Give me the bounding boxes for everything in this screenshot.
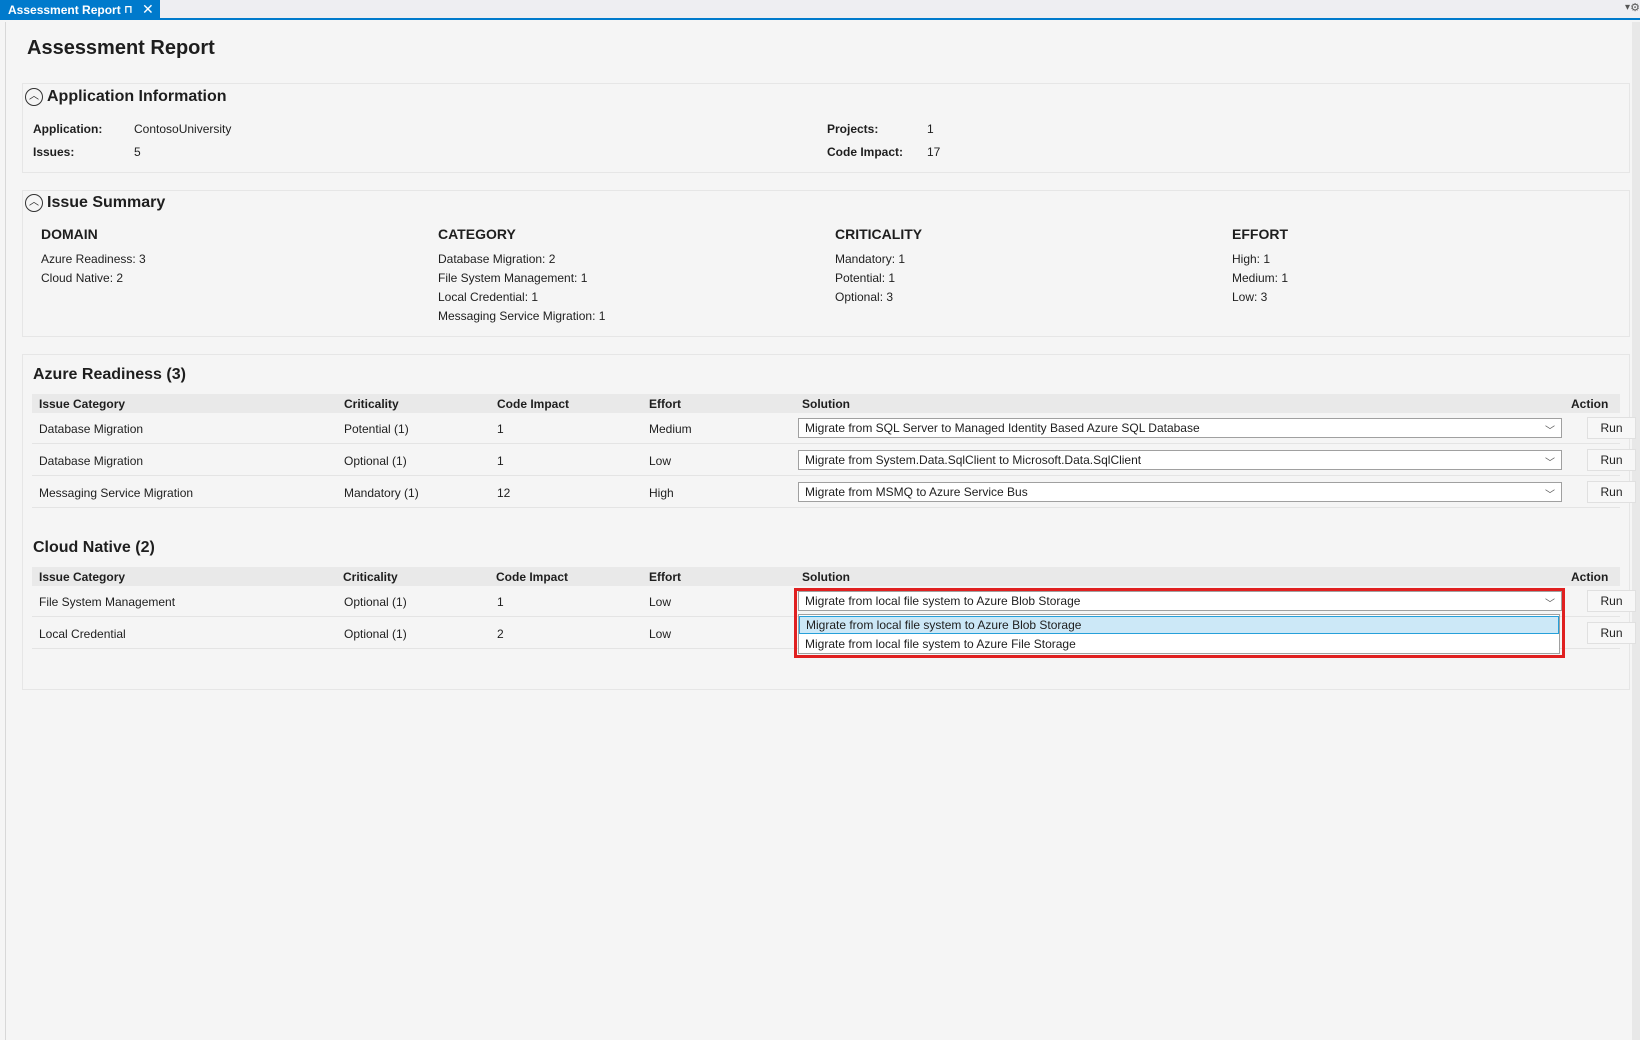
criticality: Optional (1) [344, 627, 407, 641]
summary-domain-line: Azure Readiness: 3 [41, 252, 146, 266]
settings-icon[interactable]: ⚙ [1630, 1, 1640, 14]
summary-category-heading: CATEGORY [438, 226, 516, 242]
effort: Low [649, 627, 672, 641]
effort: High [649, 486, 674, 500]
summary-criticality-line: Mandatory: 1 [835, 252, 906, 266]
col-action: Action [1571, 397, 1609, 411]
code-impact-value: 17 [927, 145, 941, 159]
solution-combobox-open[interactable]: Migrate from local file system to Azure … [798, 591, 1562, 611]
solution-combobox[interactable]: Migrate from SQL Server to Managed Ident… [798, 418, 1562, 438]
left-border [5, 22, 6, 1040]
table-row: File System Management Optional (1) 1 Lo… [32, 586, 1636, 617]
issues-label: Issues: [33, 145, 75, 159]
application-value: ContosoUniversity [134, 122, 232, 136]
tab-title: Assessment Report [8, 3, 121, 17]
azure-grid-header: Issue Category Criticality Code Impact E… [32, 394, 1620, 413]
effort: Low [649, 454, 672, 468]
run-button[interactable]: Run [1587, 417, 1636, 439]
collapse-chevron-up-icon[interactable]: ︿ [25, 194, 43, 212]
col-code-impact: Code Impact [497, 397, 570, 411]
col-issue-category: Issue Category [39, 397, 126, 411]
summary-effort-heading: EFFORT [1232, 226, 1288, 242]
issue-category: Messaging Service Migration [39, 486, 194, 500]
summary-domain-line: Cloud Native: 2 [41, 271, 124, 285]
criticality: Potential (1) [344, 422, 409, 436]
application-label: Application: [33, 122, 103, 136]
run-button[interactable]: Run [1587, 481, 1636, 503]
cloud-native-title: Cloud Native (2) [33, 539, 155, 556]
chevron-down-icon[interactable]: ﹀ [1545, 595, 1555, 610]
dropdown-option-selected[interactable]: Migrate from local file system to Azure … [799, 616, 1559, 634]
code-impact: 1 [497, 595, 504, 609]
summary-category-line: Database Migration: 2 [438, 252, 556, 266]
run-button[interactable]: Run [1587, 590, 1636, 612]
application-information-title: Application Information [47, 88, 227, 105]
page-title: Assessment Report [27, 37, 215, 59]
summary-criticality-line: Potential: 1 [835, 271, 896, 285]
solution-selected: Migrate from SQL Server to Managed Ident… [805, 421, 1200, 435]
summary-criticality-line: Optional: 3 [835, 290, 894, 304]
run-button[interactable]: Run [1587, 449, 1636, 471]
issue-summary-title: Issue Summary [47, 194, 166, 211]
col-effort: Effort [649, 570, 681, 584]
issue-summary-panel: ︿ Issue Summary DOMAIN Azure Readiness: … [22, 190, 1630, 337]
summary-effort-line: High: 1 [1232, 252, 1271, 266]
table-row: Messaging Service Migration Mandatory (1… [32, 477, 1636, 508]
azure-readiness-title: Azure Readiness (3) [33, 366, 186, 383]
col-solution: Solution [802, 397, 850, 411]
document-tab-strip: Assessment Report ⊓ ✕ ▾ ⚙ [0, 0, 1640, 20]
criticality: Optional (1) [344, 454, 407, 468]
collapse-chevron-up-icon[interactable]: ︿ [25, 88, 43, 106]
col-effort: Effort [649, 397, 681, 411]
issue-category: Database Migration [39, 422, 144, 436]
chevron-down-icon[interactable]: ﹀ [1545, 454, 1555, 469]
criticality: Mandatory (1) [344, 486, 419, 500]
vertical-scrollbar[interactable] [1632, 22, 1640, 1040]
solution-combobox[interactable]: Migrate from System.Data.SqlClient to Mi… [798, 450, 1562, 470]
summary-category-line: File System Management: 1 [438, 271, 588, 285]
table-row: Database Migration Potential (1) 1 Mediu… [32, 413, 1636, 444]
col-criticality: Criticality [344, 397, 399, 411]
pin-icon[interactable]: ⊓ [124, 3, 133, 16]
table-row: Database Migration Optional (1) 1 Low Mi… [32, 445, 1636, 476]
code-impact: 2 [497, 627, 504, 641]
close-icon[interactable]: ✕ [142, 1, 154, 18]
tab-assessment-report[interactable]: Assessment Report ⊓ ✕ [0, 0, 160, 20]
issue-category: File System Management [39, 595, 176, 609]
solution-selected: Migrate from MSMQ to Azure Service Bus [805, 485, 1028, 499]
effort: Medium [649, 422, 692, 436]
col-code-impact: Code Impact [496, 570, 569, 584]
summary-effort-line: Medium: 1 [1232, 271, 1289, 285]
solution-dropdown-list: Migrate from local file system to Azure … [798, 614, 1560, 654]
application-information-panel: ︿ Application Information Application: C… [22, 83, 1630, 173]
solution-combobox[interactable]: Migrate from MSMQ to Azure Service Bus ﹀ [798, 482, 1562, 502]
projects-label: Projects: [827, 122, 879, 136]
issue-category: Local Credential [39, 627, 126, 641]
code-impact-label: Code Impact: [827, 145, 904, 159]
issues-value: 5 [134, 145, 141, 159]
summary-criticality-heading: CRITICALITY [835, 226, 923, 242]
summary-category-line: Messaging Service Migration: 1 [438, 309, 606, 323]
cloud-grid-header: Issue Category Criticality Code Impact E… [32, 567, 1620, 586]
chevron-down-icon[interactable]: ﹀ [1545, 486, 1555, 501]
projects-value: 1 [927, 122, 934, 136]
col-action: Action [1571, 570, 1609, 584]
criticality: Optional (1) [344, 595, 407, 609]
chevron-down-icon[interactable]: ﹀ [1545, 422, 1555, 437]
code-impact: 1 [497, 454, 504, 468]
summary-effort-line: Low: 3 [1232, 290, 1268, 304]
col-criticality: Criticality [343, 570, 398, 584]
summary-domain-heading: DOMAIN [41, 226, 98, 242]
col-solution: Solution [802, 570, 850, 584]
effort: Low [649, 595, 672, 609]
code-impact: 1 [497, 422, 504, 436]
solution-selected: Migrate from local file system to Azure … [805, 594, 1081, 608]
dropdown-option[interactable]: Migrate from local file system to Azure … [799, 635, 1559, 653]
solution-selected: Migrate from System.Data.SqlClient to Mi… [805, 453, 1142, 467]
run-button[interactable]: Run [1587, 622, 1636, 644]
col-issue-category: Issue Category [39, 570, 126, 584]
issue-category: Database Migration [39, 454, 144, 468]
summary-category-line: Local Credential: 1 [438, 290, 539, 304]
code-impact: 12 [497, 486, 511, 500]
